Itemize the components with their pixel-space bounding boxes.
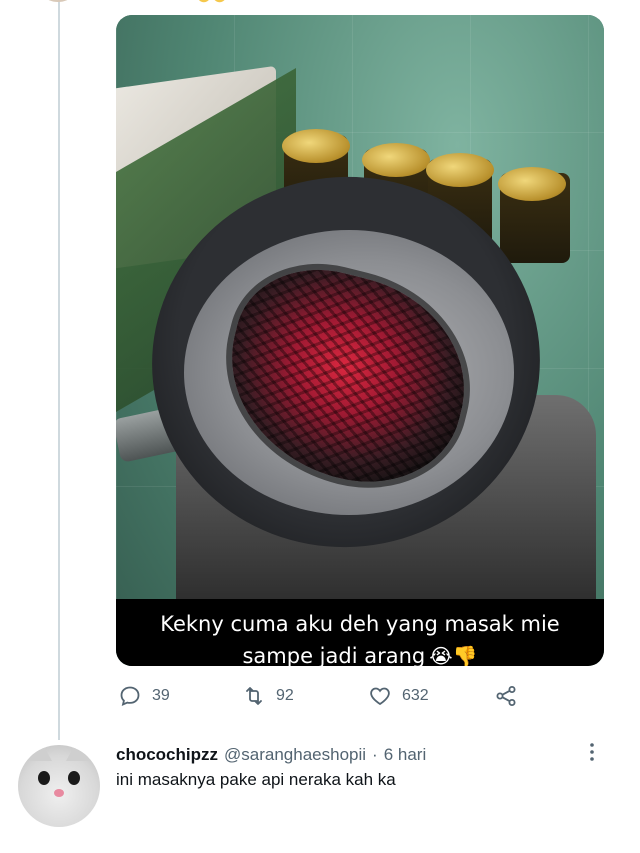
retweet-icon [246,687,262,705]
like-button[interactable]: 632 [368,681,429,711]
reply-header: chocochipzz @saranghaeshopii · 6 hari [116,744,426,766]
cat-eye [68,771,80,785]
tweet-actions: 39 92 632 [116,681,536,711]
reply-icon [120,686,140,707]
retweet-button[interactable]: 92 [242,681,294,711]
cat-nose [54,789,64,797]
reply-avatar[interactable] [18,745,100,827]
reply-display-name[interactable]: chocochipzz [116,745,218,765]
reply-separator: · [372,745,378,764]
caption-line-2: sampe jadi arang [242,644,426,666]
cat-ear [28,745,52,761]
reply-timestamp[interactable]: 6 hari [384,745,427,765]
heart-icon [370,687,390,706]
emoji-fragment: ●● [196,0,227,4]
retweet-count: 92 [276,687,294,704]
thread-connector-line [58,0,60,740]
caption-line-2-row: sampe jadi arang 😭👎 [242,640,477,666]
cat-eye [38,771,50,785]
jar [498,167,570,263]
reply-count: 39 [152,687,170,704]
image-caption: Kekny cuma aku deh yang masak mie sampe … [116,599,604,666]
caption-emojis: 😭👎 [429,644,478,666]
cat-ear [66,745,90,761]
reply-button[interactable]: 39 [118,681,170,711]
more-options-icon[interactable] [584,741,600,763]
share-icon [496,686,516,706]
like-count: 632 [402,687,429,704]
caption-line-1: Kekny cuma aku deh yang masak mie [160,612,560,636]
reply-handle[interactable]: @saranghaeshopii [224,745,366,765]
share-button[interactable] [494,681,518,711]
tweet-image[interactable]: Kekny cuma aku deh yang masak mie sampe … [116,15,604,666]
previous-author-avatar[interactable] [35,0,81,2]
reply-text: ini masaknya pake api neraka kah ka [116,770,396,789]
